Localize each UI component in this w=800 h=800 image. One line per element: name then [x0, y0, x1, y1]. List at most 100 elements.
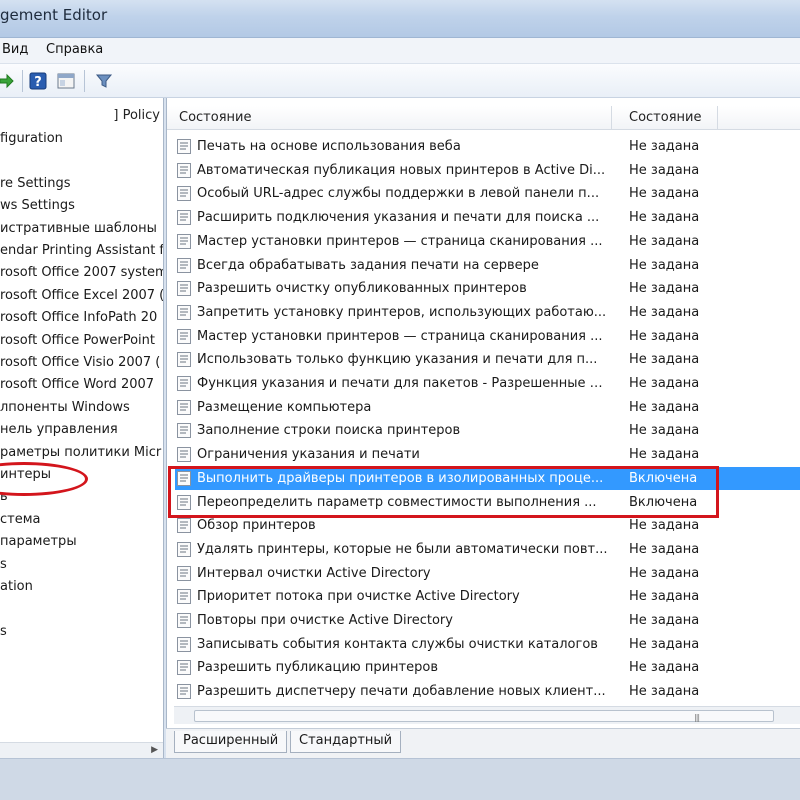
policy-name: Расширить подключения указания и печати …	[197, 210, 600, 226]
policy-state: Не задана	[629, 186, 700, 202]
policy-setting-icon	[177, 328, 191, 344]
scrollbar-thumb[interactable]	[194, 710, 774, 722]
policy-setting-icon	[177, 494, 191, 510]
console-icon[interactable]	[56, 71, 76, 91]
tree-item[interactable]: стема	[0, 509, 41, 531]
column-separator[interactable]	[717, 106, 718, 130]
policy-setting-icon	[177, 352, 191, 368]
tab-extended[interactable]: Расширенный	[174, 731, 288, 753]
tree-item[interactable]: rosoft Office Visio 2007 (	[0, 352, 160, 374]
policy-row[interactable]: Удалять принтеры, которые не были автома…	[175, 538, 800, 561]
policy-state: Не задана	[629, 233, 700, 249]
policy-state: Не задана	[629, 162, 700, 178]
policy-name: Удалять принтеры, которые не были автома…	[197, 541, 608, 557]
scroll-right-icon[interactable]: ▶	[151, 745, 158, 755]
toolbar: ?	[0, 64, 800, 98]
policy-name: Мастер установки принтеров — страница ск…	[197, 233, 603, 249]
policy-row[interactable]: Использовать только функцию указания и п…	[175, 348, 800, 371]
help-icon[interactable]: ?	[28, 71, 48, 91]
tree-item[interactable]: параметры	[0, 531, 77, 553]
column-name[interactable]: Состояние	[179, 110, 251, 125]
policy-name: Печать на основе использования веба	[197, 139, 461, 154]
tree-item[interactable]: раметры политики Micr	[0, 442, 161, 464]
policy-name: Выполнить драйверы принтеров в изолирова…	[197, 470, 604, 486]
policy-row[interactable]: Разрешить очистку опубликованных принтер…	[175, 277, 800, 300]
tree-pane: ] Policy figuration re Settings ws Setting…	[0, 98, 164, 758]
tree-item[interactable]: s	[0, 621, 7, 643]
tree-item[interactable]: нель управления	[0, 419, 118, 441]
policy-row[interactable]: Автоматическая публикация новых принтеро…	[175, 159, 800, 182]
policy-setting-icon	[177, 541, 191, 557]
tree-item[interactable]: endar Printing Assistant f	[0, 240, 163, 262]
tree-item[interactable]: rosoft Office InfoPath 20	[0, 307, 157, 329]
policy-state: Не задана	[629, 281, 700, 297]
tree-item[interactable]: ation	[0, 576, 33, 598]
policy-setting-icon	[177, 518, 191, 534]
policy-name: Интервал очистки Active Directory	[197, 565, 431, 581]
policy-row[interactable]: Печать на основе использования веба Не за…	[175, 135, 800, 158]
tree-header: ] Policy	[0, 98, 163, 123]
column-state[interactable]: Состояние	[629, 110, 701, 125]
policy-setting-icon	[177, 304, 191, 320]
policy-row[interactable]: Повторы при очистке Active Directory Не з…	[175, 609, 800, 632]
policy-row[interactable]: Разрешить диспетчеру печати добавление н…	[175, 680, 800, 703]
policy-state: Не задана	[629, 328, 700, 344]
column-separator[interactable]	[611, 106, 612, 130]
policy-name: Автоматическая публикация новых принтеро…	[197, 162, 606, 178]
menu-view[interactable]: Вид	[2, 42, 28, 57]
policy-row[interactable]: Выполнить драйверы принтеров в изолирова…	[175, 466, 800, 490]
policy-state: Включена	[629, 494, 698, 510]
menu-help[interactable]: Справка	[46, 42, 103, 57]
policy-setting-icon	[177, 684, 191, 700]
policy-row[interactable]: Интервал очистки Active Directory Не зада…	[175, 562, 800, 585]
tab-standard[interactable]: Стандартный	[290, 731, 402, 753]
policy-state: Не задана	[629, 684, 700, 700]
policy-state: Не задана	[629, 447, 700, 463]
policy-row[interactable]: Мастер установки принтеров — страница ск…	[175, 230, 800, 253]
policy-row[interactable]: Переопределить параметр совместимости вы…	[175, 491, 800, 514]
policy-row[interactable]: Приоритет потока при очистке Active Dire…	[175, 585, 800, 608]
tree-item[interactable]: rosoft Office Word 2007	[0, 374, 154, 396]
policy-row[interactable]: Особый URL-адрес службы поддержки в лево…	[175, 182, 800, 205]
policy-setting-icon	[177, 423, 191, 439]
tree-item[interactable]: figuration	[0, 128, 63, 150]
status-bar	[0, 758, 800, 800]
forward-icon[interactable]	[0, 71, 16, 91]
tree-item[interactable]: ь	[0, 486, 8, 508]
filter-icon[interactable]	[94, 71, 114, 91]
policy-name: Повторы при очистке Active Directory	[197, 613, 453, 628]
policy-row[interactable]: Мастер установки принтеров — страница ск…	[175, 325, 800, 348]
policy-row[interactable]: Обзор принтеров Не задана	[175, 514, 800, 537]
tree-item[interactable]: s	[0, 554, 7, 576]
tree-item[interactable]: rosoft Office PowerPoint	[0, 330, 155, 352]
tree-item[interactable]: re Settings	[0, 173, 71, 195]
policy-row[interactable]: Записывать события контакта службы очист…	[175, 633, 800, 656]
policy-state: Не задана	[629, 541, 700, 557]
tree-item[interactable]: истративные шаблоны	[0, 218, 157, 240]
policy-name: Размещение компьютера	[197, 399, 372, 415]
policy-state: Не задана	[629, 613, 700, 628]
policy-row[interactable]: Ограничения указания и печати Не задана	[175, 443, 800, 466]
tree-item[interactable]: интеры	[0, 464, 51, 486]
policy-setting-icon	[177, 399, 191, 415]
tree-item[interactable]: ws Settings	[0, 195, 75, 217]
tree-item[interactable]: rosoft Office Excel 2007 (	[0, 285, 163, 307]
policy-row[interactable]: Разрешить публикацию принтеров Не задана	[175, 656, 800, 679]
policy-state: Включена	[629, 470, 698, 486]
tabs-bar: Расширенный Стандартный	[166, 728, 800, 758]
list-scrollbar[interactable]: |||	[174, 706, 800, 724]
policy-row[interactable]: Размещение компьютера Не задана	[175, 396, 800, 419]
policy-name: Запретить установку принтеров, использую…	[197, 304, 607, 320]
policy-state: Не задана	[629, 423, 700, 439]
policy-row[interactable]: Запретить установку принтеров, использую…	[175, 301, 800, 324]
policy-row[interactable]: Заполнение строки поиска принтеров Не зад…	[175, 419, 800, 442]
policy-row[interactable]: Расширить подключения указания и печати …	[175, 206, 800, 229]
tree-scrollbar[interactable]: ▶	[0, 742, 163, 758]
policy-setting-icon	[177, 281, 191, 297]
policy-row[interactable]: Всегда обрабатывать задания печати на се…	[175, 254, 800, 277]
policy-state: Не задана	[629, 589, 700, 605]
policy-row[interactable]: Функция указания и печати для пакетов - …	[175, 372, 800, 395]
tree-item[interactable]: rosoft Office 2007 system	[0, 262, 163, 284]
tree-item[interactable]: лпоненты Windows	[0, 397, 130, 419]
policy-state: Не задана	[629, 518, 700, 534]
